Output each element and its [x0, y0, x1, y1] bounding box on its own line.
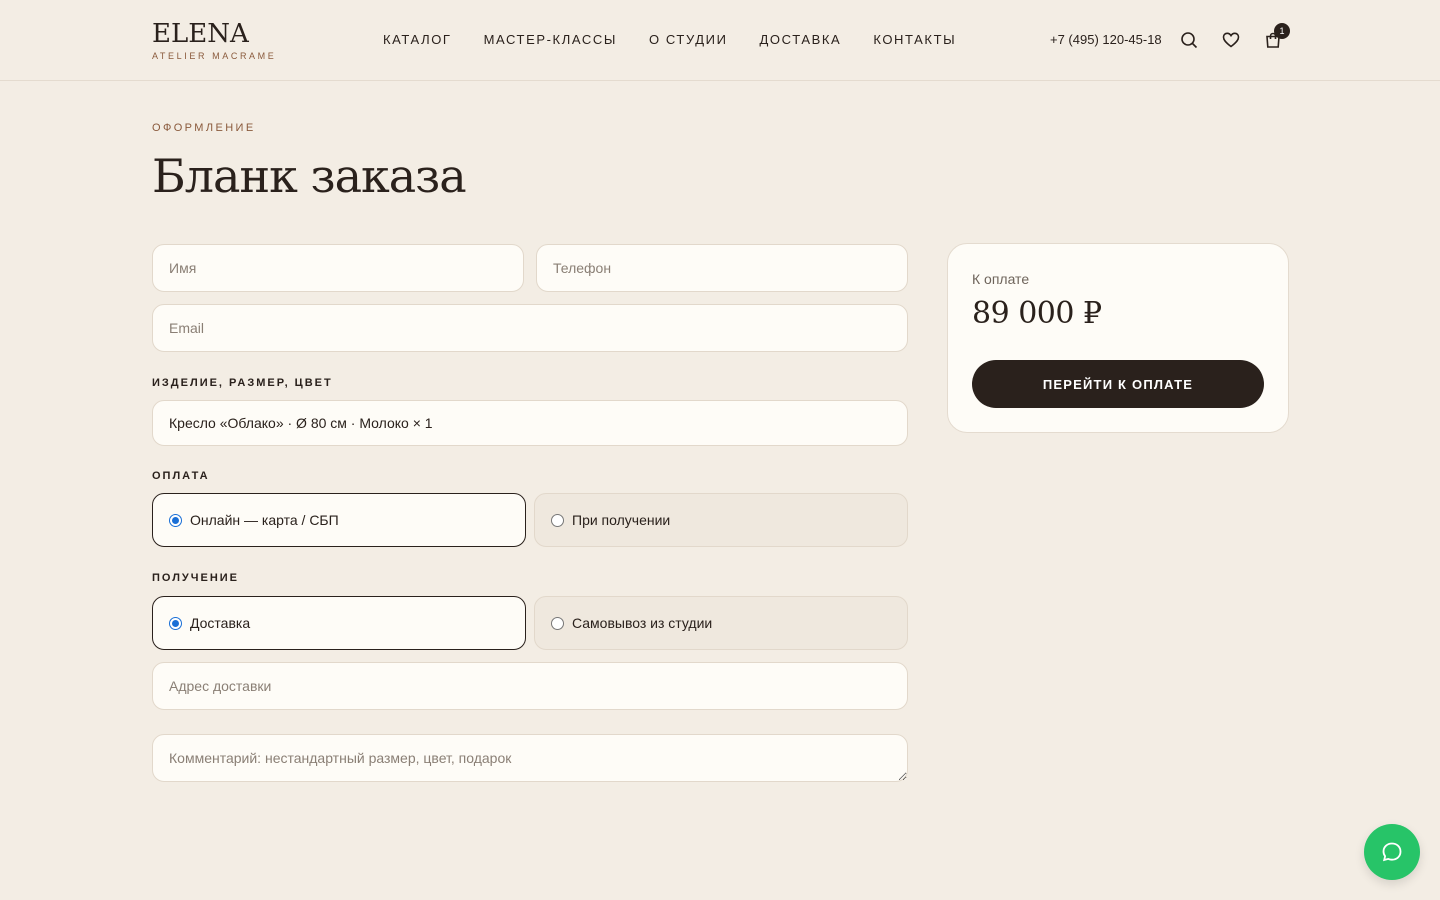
logo-sub-text: ATELIER MACRAME	[152, 51, 277, 61]
address-input[interactable]	[152, 662, 908, 710]
nav-item-contacts[interactable]: КОНТАКТЫ	[873, 31, 956, 49]
product-label: ИЗДЕЛИЕ, РАЗМЕР, ЦВЕТ	[152, 377, 333, 389]
phone-link[interactable]: +7 (495) 120-45-18	[1050, 31, 1162, 49]
nav-item-delivery[interactable]: ДОСТАВКА	[760, 31, 842, 49]
heart-icon[interactable]	[1221, 30, 1241, 50]
comment-textarea[interactable]	[152, 734, 908, 782]
logo-main-text: ELENA	[152, 19, 249, 49]
phone-input[interactable]	[536, 244, 908, 292]
cart-count-badge: 1	[1274, 23, 1290, 39]
delivery-option-pickup-label: Самовывоз из студии	[572, 615, 713, 631]
nav-item-catalog[interactable]: КАТАЛОГ	[383, 31, 452, 49]
nav-item-masterclasses[interactable]: МАСТЕР-КЛАССЫ	[484, 31, 617, 49]
radio-online[interactable]	[169, 513, 182, 527]
main-nav: КАТАЛОГ МАСТЕР-КЛАССЫ О СТУДИИ ДОСТАВКА …	[383, 31, 988, 49]
search-icon[interactable]	[1179, 30, 1199, 50]
delivery-option-courier-label: Доставка	[190, 615, 251, 631]
payment-option-on-delivery[interactable]: При получении	[534, 493, 908, 547]
radio-on-delivery[interactable]	[551, 513, 564, 527]
summary-amount: 89 000 ₽	[972, 296, 1102, 331]
site-header: ELENA ATELIER MACRAME КАТАЛОГ МАСТЕР-КЛА…	[0, 0, 1440, 81]
radio-courier[interactable]	[169, 616, 182, 630]
delivery-label: ПОЛУЧЕНИЕ	[152, 572, 240, 584]
payment-label: ОПЛАТА	[152, 470, 210, 482]
email-input[interactable]	[152, 304, 908, 352]
payment-option-online-label: Онлайн — карта / СБП	[190, 512, 339, 528]
summary-label: К оплате	[972, 271, 1030, 287]
nav-item-about[interactable]: О СТУДИИ	[649, 31, 728, 49]
page-title: Бланк заказа	[152, 149, 467, 203]
logo[interactable]: ELENA ATELIER MACRAME	[152, 20, 276, 61]
delivery-option-courier[interactable]: Доставка	[152, 596, 526, 650]
proceed-to-payment-button[interactable]: ПЕРЕЙТИ К ОПЛАТЕ	[972, 360, 1264, 408]
page-eyebrow: ОФОРМЛЕНИЕ	[152, 122, 256, 134]
delivery-option-pickup[interactable]: Самовывоз из студии	[534, 596, 908, 650]
order-summary-card: К оплате 89 000 ₽ ПЕРЕЙТИ К ОПЛАТЕ	[947, 243, 1289, 433]
chat-button[interactable]	[1364, 824, 1420, 880]
payment-option-on-delivery-label: При получении	[572, 512, 671, 528]
payment-option-online[interactable]: Онлайн — карта / СБП	[152, 493, 526, 547]
name-input[interactable]	[152, 244, 524, 292]
chat-bubble-icon	[1382, 842, 1402, 862]
product-input[interactable]	[152, 400, 908, 446]
radio-pickup[interactable]	[551, 616, 564, 630]
